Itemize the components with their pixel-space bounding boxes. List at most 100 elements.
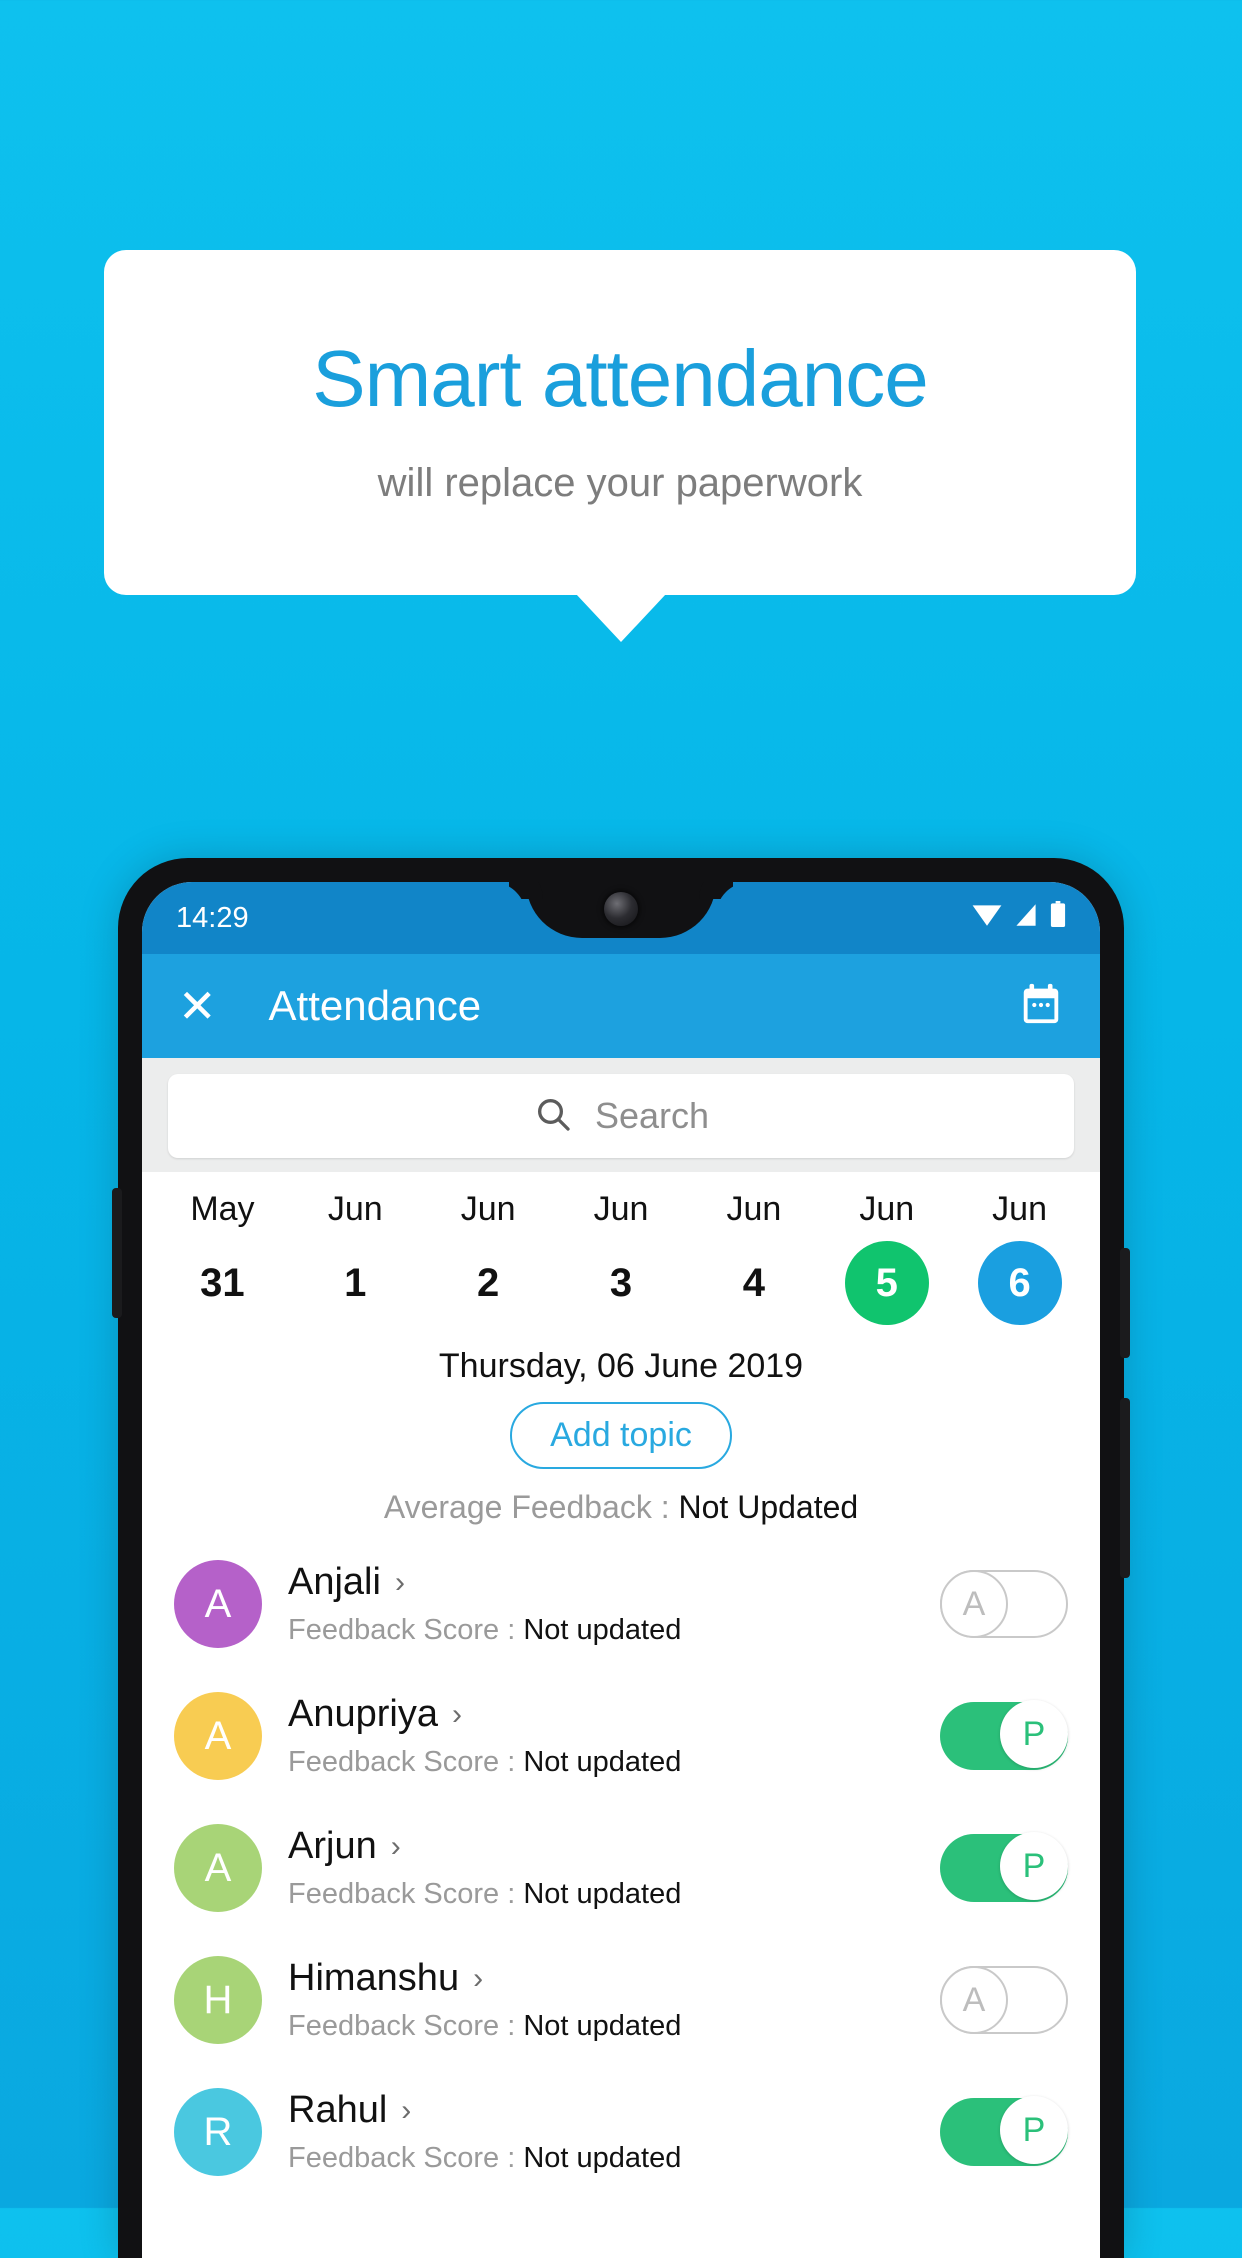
- date-cell-today[interactable]: Jun 5: [820, 1190, 953, 1325]
- phone-button-left[interactable]: [112, 1188, 122, 1318]
- attendance-toggle[interactable]: P: [940, 1700, 1068, 1770]
- search-icon: [533, 1094, 573, 1139]
- toggle-knob: A: [940, 1570, 1008, 1638]
- date-month: Jun: [460, 1190, 516, 1228]
- attendance-toggle[interactable]: A: [940, 1570, 1068, 1638]
- student-name-row[interactable]: Anupriya ›: [288, 1693, 940, 1736]
- date-day: 6: [977, 1241, 1062, 1325]
- search-placeholder: Search: [594, 1095, 710, 1136]
- wifi-icon: [972, 902, 1002, 935]
- promo-subtitle: will replace your paperwork: [377, 461, 863, 505]
- toggle-knob: P: [1000, 2096, 1068, 2164]
- feedback-label: Feedback Score :: [288, 2142, 524, 2174]
- date-cell[interactable]: Jun 2: [422, 1190, 555, 1325]
- date-month: Jun: [593, 1190, 649, 1228]
- feedback-score: Feedback Score : Not updated: [288, 1878, 940, 1911]
- chevron-right-icon[interactable]: ›: [401, 2094, 411, 2128]
- status-time: 14:29: [176, 901, 249, 934]
- student-name-row[interactable]: Arjun ›: [288, 1825, 940, 1868]
- feedback-score: Feedback Score : Not updated: [288, 2010, 940, 2043]
- phone-button-power[interactable]: [1120, 1398, 1130, 1578]
- date-cell[interactable]: Jun 4: [687, 1190, 820, 1325]
- date-cell-selected[interactable]: Jun 6: [953, 1190, 1086, 1325]
- date-day: 2: [477, 1260, 500, 1305]
- date-month: Jun: [327, 1190, 383, 1228]
- phone-screen: 14:29 ✕ Attendance Search May 31 Jun 1 J…: [142, 882, 1100, 2258]
- list-item[interactable]: H Himanshu › Feedback Score : Not update…: [142, 1934, 1100, 2066]
- avatar: R: [174, 2088, 262, 2176]
- search-section: Search: [142, 1058, 1100, 1172]
- student-name: Anupriya: [288, 1693, 438, 1735]
- chevron-right-icon[interactable]: ›: [391, 1830, 401, 1864]
- toggle-knob: A: [940, 1966, 1008, 2034]
- date-month: Jun: [992, 1190, 1047, 1228]
- calendar-icon[interactable]: [1018, 981, 1064, 1032]
- feedback-score: Feedback Score : Not updated: [288, 1746, 940, 1779]
- student-name: Anjali: [288, 1561, 381, 1603]
- date-day: 1: [344, 1260, 367, 1305]
- date-day: 31: [200, 1260, 245, 1305]
- battery-icon: [1050, 901, 1066, 935]
- student-name-row[interactable]: Anjali ›: [288, 1561, 940, 1604]
- toggle-knob: P: [1000, 1700, 1068, 1768]
- student-info: Rahul › Feedback Score : Not updated: [288, 2089, 940, 2175]
- search-input[interactable]: Search: [168, 1074, 1074, 1158]
- date-day: 3: [609, 1260, 633, 1305]
- date-cell[interactable]: Jun 1: [289, 1190, 422, 1325]
- student-info: Anjali › Feedback Score : Not updated: [288, 1561, 940, 1647]
- student-name: Arjun: [288, 1825, 377, 1867]
- date-month: Jun: [859, 1190, 915, 1228]
- student-info: Anupriya › Feedback Score : Not updated: [288, 1693, 940, 1779]
- list-item[interactable]: A Anjali › Feedback Score : Not updated …: [142, 1538, 1100, 1670]
- date-day: 5: [844, 1241, 929, 1325]
- date-strip: May 31 Jun 1 Jun 2 Jun 3 Jun 4 Jun 5 Jun…: [142, 1172, 1100, 1333]
- add-topic-button[interactable]: Add topic: [510, 1402, 732, 1469]
- date-month: May: [190, 1190, 255, 1228]
- phone-notch: [526, 882, 716, 938]
- chevron-right-icon[interactable]: ›: [473, 1962, 483, 1996]
- attendance-toggle[interactable]: P: [940, 2096, 1068, 2166]
- student-name-row[interactable]: Rahul ›: [288, 2089, 940, 2132]
- avatar: A: [174, 1692, 262, 1780]
- feedback-value: Not updated: [523, 1614, 682, 1646]
- close-icon[interactable]: ✕: [178, 983, 217, 1029]
- status-icons: [972, 901, 1066, 935]
- promo-callout-tail: [576, 594, 666, 642]
- student-name-row[interactable]: Himanshu ›: [288, 1957, 940, 2000]
- feedback-value: Not updated: [523, 1878, 682, 1910]
- feedback-value: Not updated: [523, 2010, 682, 2042]
- average-feedback-value: Not Updated: [678, 1489, 859, 1525]
- feedback-score: Feedback Score : Not updated: [288, 2142, 940, 2175]
- student-info: Arjun › Feedback Score : Not updated: [288, 1825, 940, 1911]
- date-cell[interactable]: Jun 3: [555, 1190, 688, 1325]
- date-day: 4: [742, 1260, 765, 1305]
- attendance-toggle[interactable]: A: [940, 1966, 1068, 2034]
- toggle-knob: P: [1000, 1832, 1068, 1900]
- avatar: A: [174, 1560, 262, 1648]
- chevron-right-icon[interactable]: ›: [395, 1566, 405, 1600]
- feedback-label: Feedback Score :: [288, 2010, 524, 2042]
- promo-title: Smart attendance: [312, 334, 928, 423]
- date-month: Jun: [726, 1190, 782, 1228]
- feedback-label: Feedback Score :: [288, 1878, 524, 1910]
- attendance-toggle[interactable]: P: [940, 1832, 1068, 1902]
- list-item[interactable]: R Rahul › Feedback Score : Not updated P: [142, 2066, 1100, 2198]
- date-cell[interactable]: May 31: [156, 1190, 289, 1325]
- phone-button-volume[interactable]: [1120, 1248, 1130, 1358]
- feedback-value: Not updated: [523, 1746, 682, 1778]
- selected-date-label: Thursday, 06 June 2019: [438, 1347, 804, 1385]
- chevron-right-icon[interactable]: ›: [452, 1698, 462, 1732]
- feedback-label: Feedback Score :: [288, 1614, 524, 1646]
- feedback-value: Not updated: [523, 2142, 682, 2174]
- list-item[interactable]: A Anupriya › Feedback Score : Not update…: [142, 1670, 1100, 1802]
- avatar: A: [174, 1824, 262, 1912]
- student-name: Himanshu: [288, 1957, 460, 1999]
- promo-callout: Smart attendance will replace your paper…: [104, 250, 1136, 595]
- phone-mockup: 14:29 ✕ Attendance Search May 31 Jun 1 J…: [112, 858, 1130, 2258]
- list-item[interactable]: A Arjun › Feedback Score : Not updated P: [142, 1802, 1100, 1934]
- avatar: H: [174, 1956, 262, 2044]
- average-feedback-label: Average Feedback :: [383, 1489, 679, 1525]
- signal-icon: [1013, 902, 1039, 935]
- app-bar: ✕ Attendance: [142, 954, 1100, 1058]
- front-camera-icon: [604, 892, 638, 926]
